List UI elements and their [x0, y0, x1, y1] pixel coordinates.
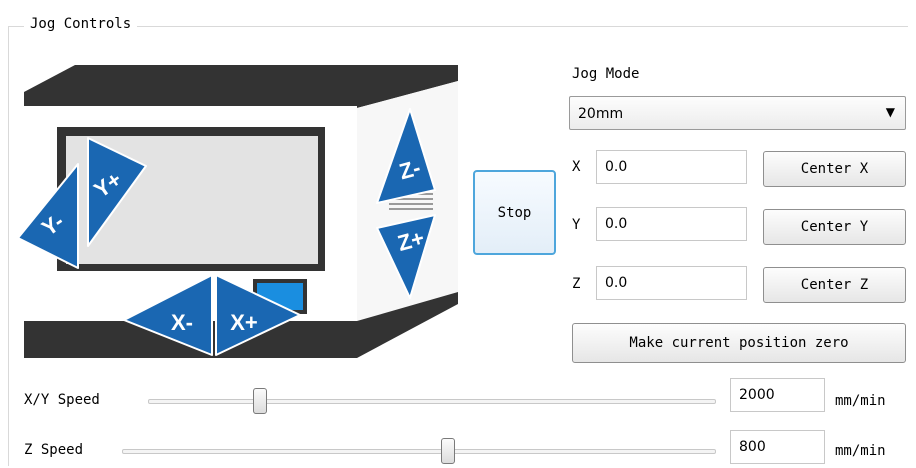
- center-x-button[interactable]: Center X: [763, 151, 906, 187]
- center-z-button[interactable]: Center Z: [763, 267, 906, 303]
- jog-x-plus-label: X+: [230, 310, 258, 335]
- xy-speed-slider-track: [148, 399, 716, 404]
- xy-speed-slider[interactable]: [148, 386, 716, 416]
- y-position-input[interactable]: 0.0: [596, 207, 747, 241]
- make-position-zero-button[interactable]: Make current position zero: [572, 323, 906, 363]
- z-speed-label: Z Speed: [24, 442, 84, 458]
- z-speed-slider-handle[interactable]: [441, 438, 455, 464]
- z-speed-input[interactable]: 800: [730, 430, 825, 464]
- z-axis-label: Z: [572, 276, 581, 292]
- jog-mode-select[interactable]: 20mm ▼: [569, 96, 906, 130]
- y-axis-label: Y: [572, 217, 581, 233]
- center-y-button[interactable]: Center Y: [763, 209, 906, 245]
- x-axis-label: X: [572, 159, 581, 175]
- xy-speed-unit: mm/min: [835, 393, 886, 409]
- z-speed-unit: mm/min: [835, 443, 886, 459]
- x-position-input[interactable]: 0.0: [596, 150, 747, 184]
- z-position-input[interactable]: 0.0: [596, 266, 747, 300]
- z-speed-slider-track: [122, 449, 716, 454]
- jog-x-minus-label: X-: [171, 310, 193, 335]
- xy-speed-label: X/Y Speed: [24, 392, 100, 408]
- jog-mode-selected: 20mm: [578, 106, 624, 122]
- xy-speed-input[interactable]: 2000: [730, 378, 825, 412]
- xy-speed-slider-handle[interactable]: [253, 388, 267, 414]
- jog-mode-label: Jog Mode: [572, 66, 640, 82]
- chevron-down-icon: ▼: [885, 105, 895, 119]
- z-speed-slider[interactable]: [122, 436, 716, 466]
- machine-illustration: Y- Y+ X- X+ Z- Z+: [17, 65, 458, 358]
- stop-button[interactable]: Stop: [473, 170, 556, 255]
